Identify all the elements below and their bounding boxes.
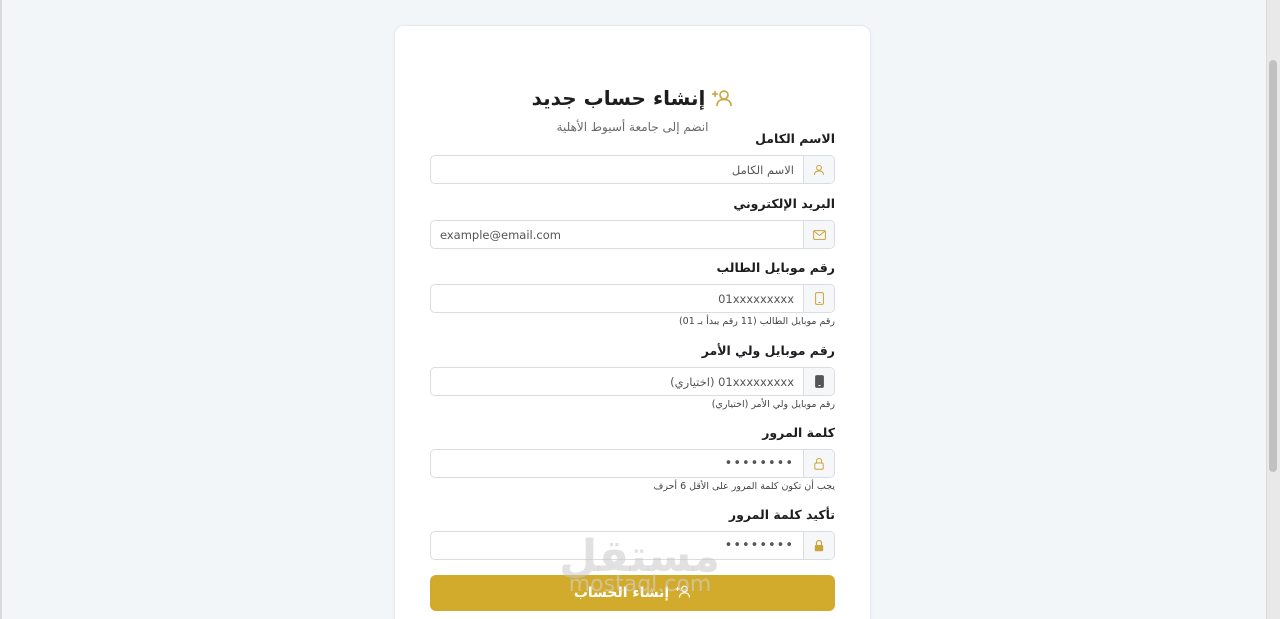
confirm-password-label: تأكيد كلمة المرور: [728, 507, 835, 522]
full-name-group: [430, 155, 835, 184]
user-plus-icon: [711, 89, 733, 107]
scrollbar-thumb[interactable]: [1269, 60, 1277, 472]
parent-mobile-field: رقم موبايل ولي الأمر رقم موبايل ولي الأم…: [430, 342, 835, 410]
parent-mobile-hint: رقم موبايل ولي الأمر (اختياري): [711, 399, 835, 410]
envelope-icon: [803, 221, 834, 248]
password-hint: يجب أن تكون كلمة المرور على الأقل 6 أحرف: [653, 481, 835, 492]
student-mobile-input[interactable]: [431, 285, 803, 312]
parent-mobile-label: رقم موبايل ولي الأمر: [701, 343, 835, 358]
password-input[interactable]: [431, 450, 803, 477]
student-mobile-group: [430, 284, 835, 313]
confirm-password-group: [430, 531, 835, 560]
title-row: إنشاء حساب جديد: [395, 86, 870, 110]
mobile-filled-icon: [803, 368, 834, 395]
lock-icon: [803, 450, 834, 477]
student-mobile-hint: رقم موبايل الطالب (11 رقم يبدأ بـ 01): [678, 316, 835, 327]
confirm-password-input[interactable]: [431, 532, 803, 559]
student-mobile-field: رقم موبايل الطالب رقم موبايل الطالب (11 …: [430, 259, 835, 327]
create-account-label: إنشاء الحساب: [573, 585, 670, 601]
password-label: كلمة المرور: [762, 425, 835, 440]
mobile-icon: [803, 285, 834, 312]
full-name-input[interactable]: [431, 156, 803, 183]
student-mobile-label: رقم موبايل الطالب: [716, 260, 835, 275]
window-edge: [0, 0, 2, 619]
confirm-password-field: تأكيد كلمة المرور: [430, 506, 835, 560]
lock-filled-icon: [803, 532, 834, 559]
page-title: إنشاء حساب جديد: [531, 86, 706, 110]
vertical-scrollbar[interactable]: [1266, 0, 1280, 619]
full-name-field: الاسم الكامل: [430, 130, 835, 184]
password-field: كلمة المرور يجب أن تكون كلمة المرور على …: [430, 424, 835, 492]
email-group: [430, 220, 835, 249]
create-account-button[interactable]: إنشاء الحساب: [430, 575, 835, 611]
email-label: البريد الإلكتروني: [733, 196, 835, 211]
full-name-label: الاسم الكامل: [755, 131, 835, 146]
email-input[interactable]: [431, 221, 803, 248]
user-plus-icon: [675, 585, 691, 602]
parent-mobile-input[interactable]: [431, 368, 803, 395]
email-field: البريد الإلكتروني: [430, 195, 835, 249]
register-card: إنشاء حساب جديد انضم إلى جامعة أسيوط الأ…: [394, 25, 871, 619]
password-group: [430, 449, 835, 478]
user-icon: [803, 156, 834, 183]
parent-mobile-group: [430, 367, 835, 396]
